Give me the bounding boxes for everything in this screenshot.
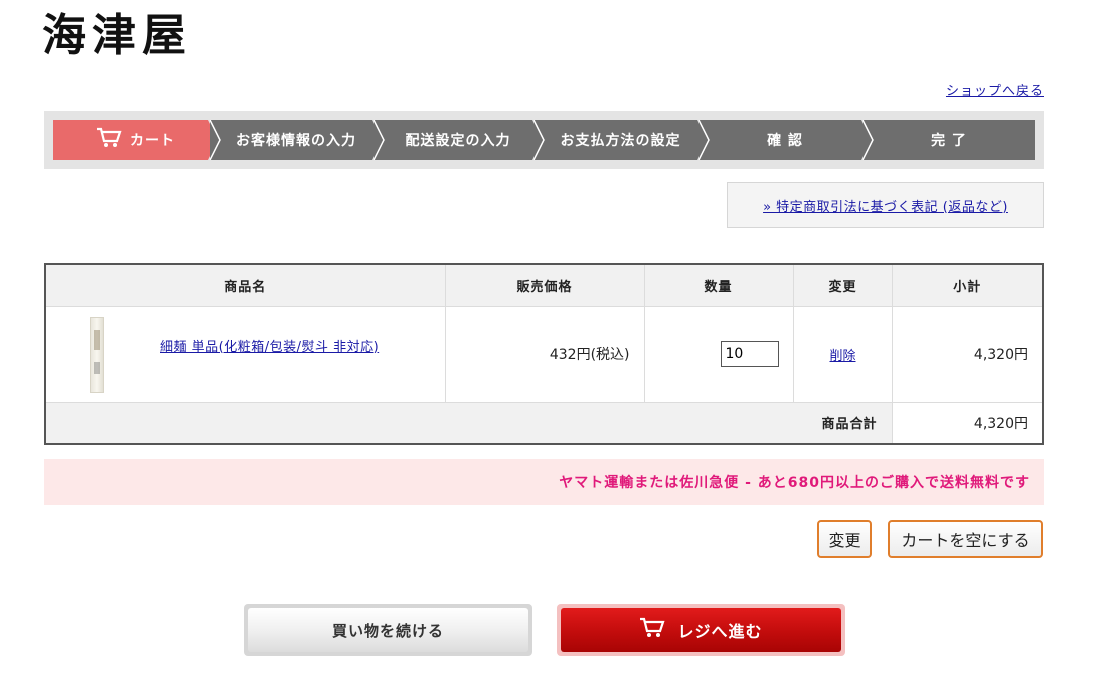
product-link[interactable]: 細麺 単品(化粧箱/包装/熨斗 非対応)	[160, 336, 379, 355]
cart-icon	[96, 127, 122, 153]
step-label: 確 認	[767, 133, 803, 149]
step-payment: お支払方法の設定	[534, 120, 707, 160]
step-label: お客様情報の入力	[236, 133, 356, 149]
cart-icon	[639, 617, 666, 643]
step-label: お支払方法の設定	[560, 133, 681, 149]
checkout-button[interactable]: レジへ進む	[557, 604, 845, 656]
step-customer-info: お客様情報の入力	[210, 120, 382, 160]
tokutei-link[interactable]: » 特定商取引法に基づく表記 (返品など)	[727, 182, 1044, 228]
free-shipping-notice: ヤマト運輸または佐川急便 - あと680円以上のご購入で送料無料です	[44, 459, 1044, 505]
delete-link[interactable]: 削除	[829, 349, 855, 364]
checkout-label: レジへ進む	[677, 622, 763, 641]
quantity-input[interactable]	[720, 341, 779, 367]
table-row: 細麺 単品(化粧箱/包装/熨斗 非対応) 432円(税込) 削除 4,320円	[46, 306, 1042, 403]
item-delete-cell: 削除	[792, 306, 892, 403]
step-shipping: 配送設定の入力	[374, 120, 542, 160]
step-label: 完 了	[931, 133, 967, 149]
step-label: カート	[130, 133, 175, 149]
empty-cart-button[interactable]: カートを空にする	[888, 520, 1043, 558]
header-subtotal: 小計	[891, 265, 1042, 307]
item-qty-cell	[643, 306, 793, 403]
cart-table: 商品名 販売価格 数量 変更 小計 細麺 単品(化粧箱/包装/熨斗 非対応) 4…	[44, 263, 1044, 445]
change-button[interactable]: 変更	[817, 520, 872, 558]
header-change: 変更	[792, 265, 892, 307]
product-thumbnail[interactable]	[90, 316, 104, 393]
total-row: 商品合計 4,320円	[46, 402, 1042, 443]
step-complete: 完 了	[863, 120, 1035, 160]
total-label: 商品合計	[46, 402, 892, 443]
continue-shopping-button[interactable]: 買い物を続ける	[244, 604, 532, 656]
header-price: 販売価格	[444, 265, 644, 307]
header-qty: 数量	[643, 265, 793, 307]
checkout-progress: カート お客様情報の入力 配送設定の入力 お支払方法の設定 確 認 完 了	[44, 111, 1044, 169]
item-price: 432円(税込)	[444, 306, 644, 403]
step-cart: カート	[53, 120, 218, 160]
shop-logo: 海津屋	[42, 10, 192, 61]
total-value: 4,320円	[891, 402, 1042, 443]
step-confirm: 確 認	[699, 120, 871, 160]
step-label: 配送設定の入力	[405, 133, 511, 149]
table-header-row: 商品名 販売価格 数量 変更 小計	[46, 265, 1042, 307]
back-to-shop-link[interactable]: ショップへ戻る	[946, 80, 1044, 99]
item-name-cell: 細麺 単品(化粧箱/包装/熨斗 非対応)	[46, 306, 445, 403]
item-subtotal: 4,320円	[891, 306, 1042, 403]
continue-shopping-label: 買い物を続ける	[248, 608, 528, 652]
header-name: 商品名	[46, 265, 445, 307]
